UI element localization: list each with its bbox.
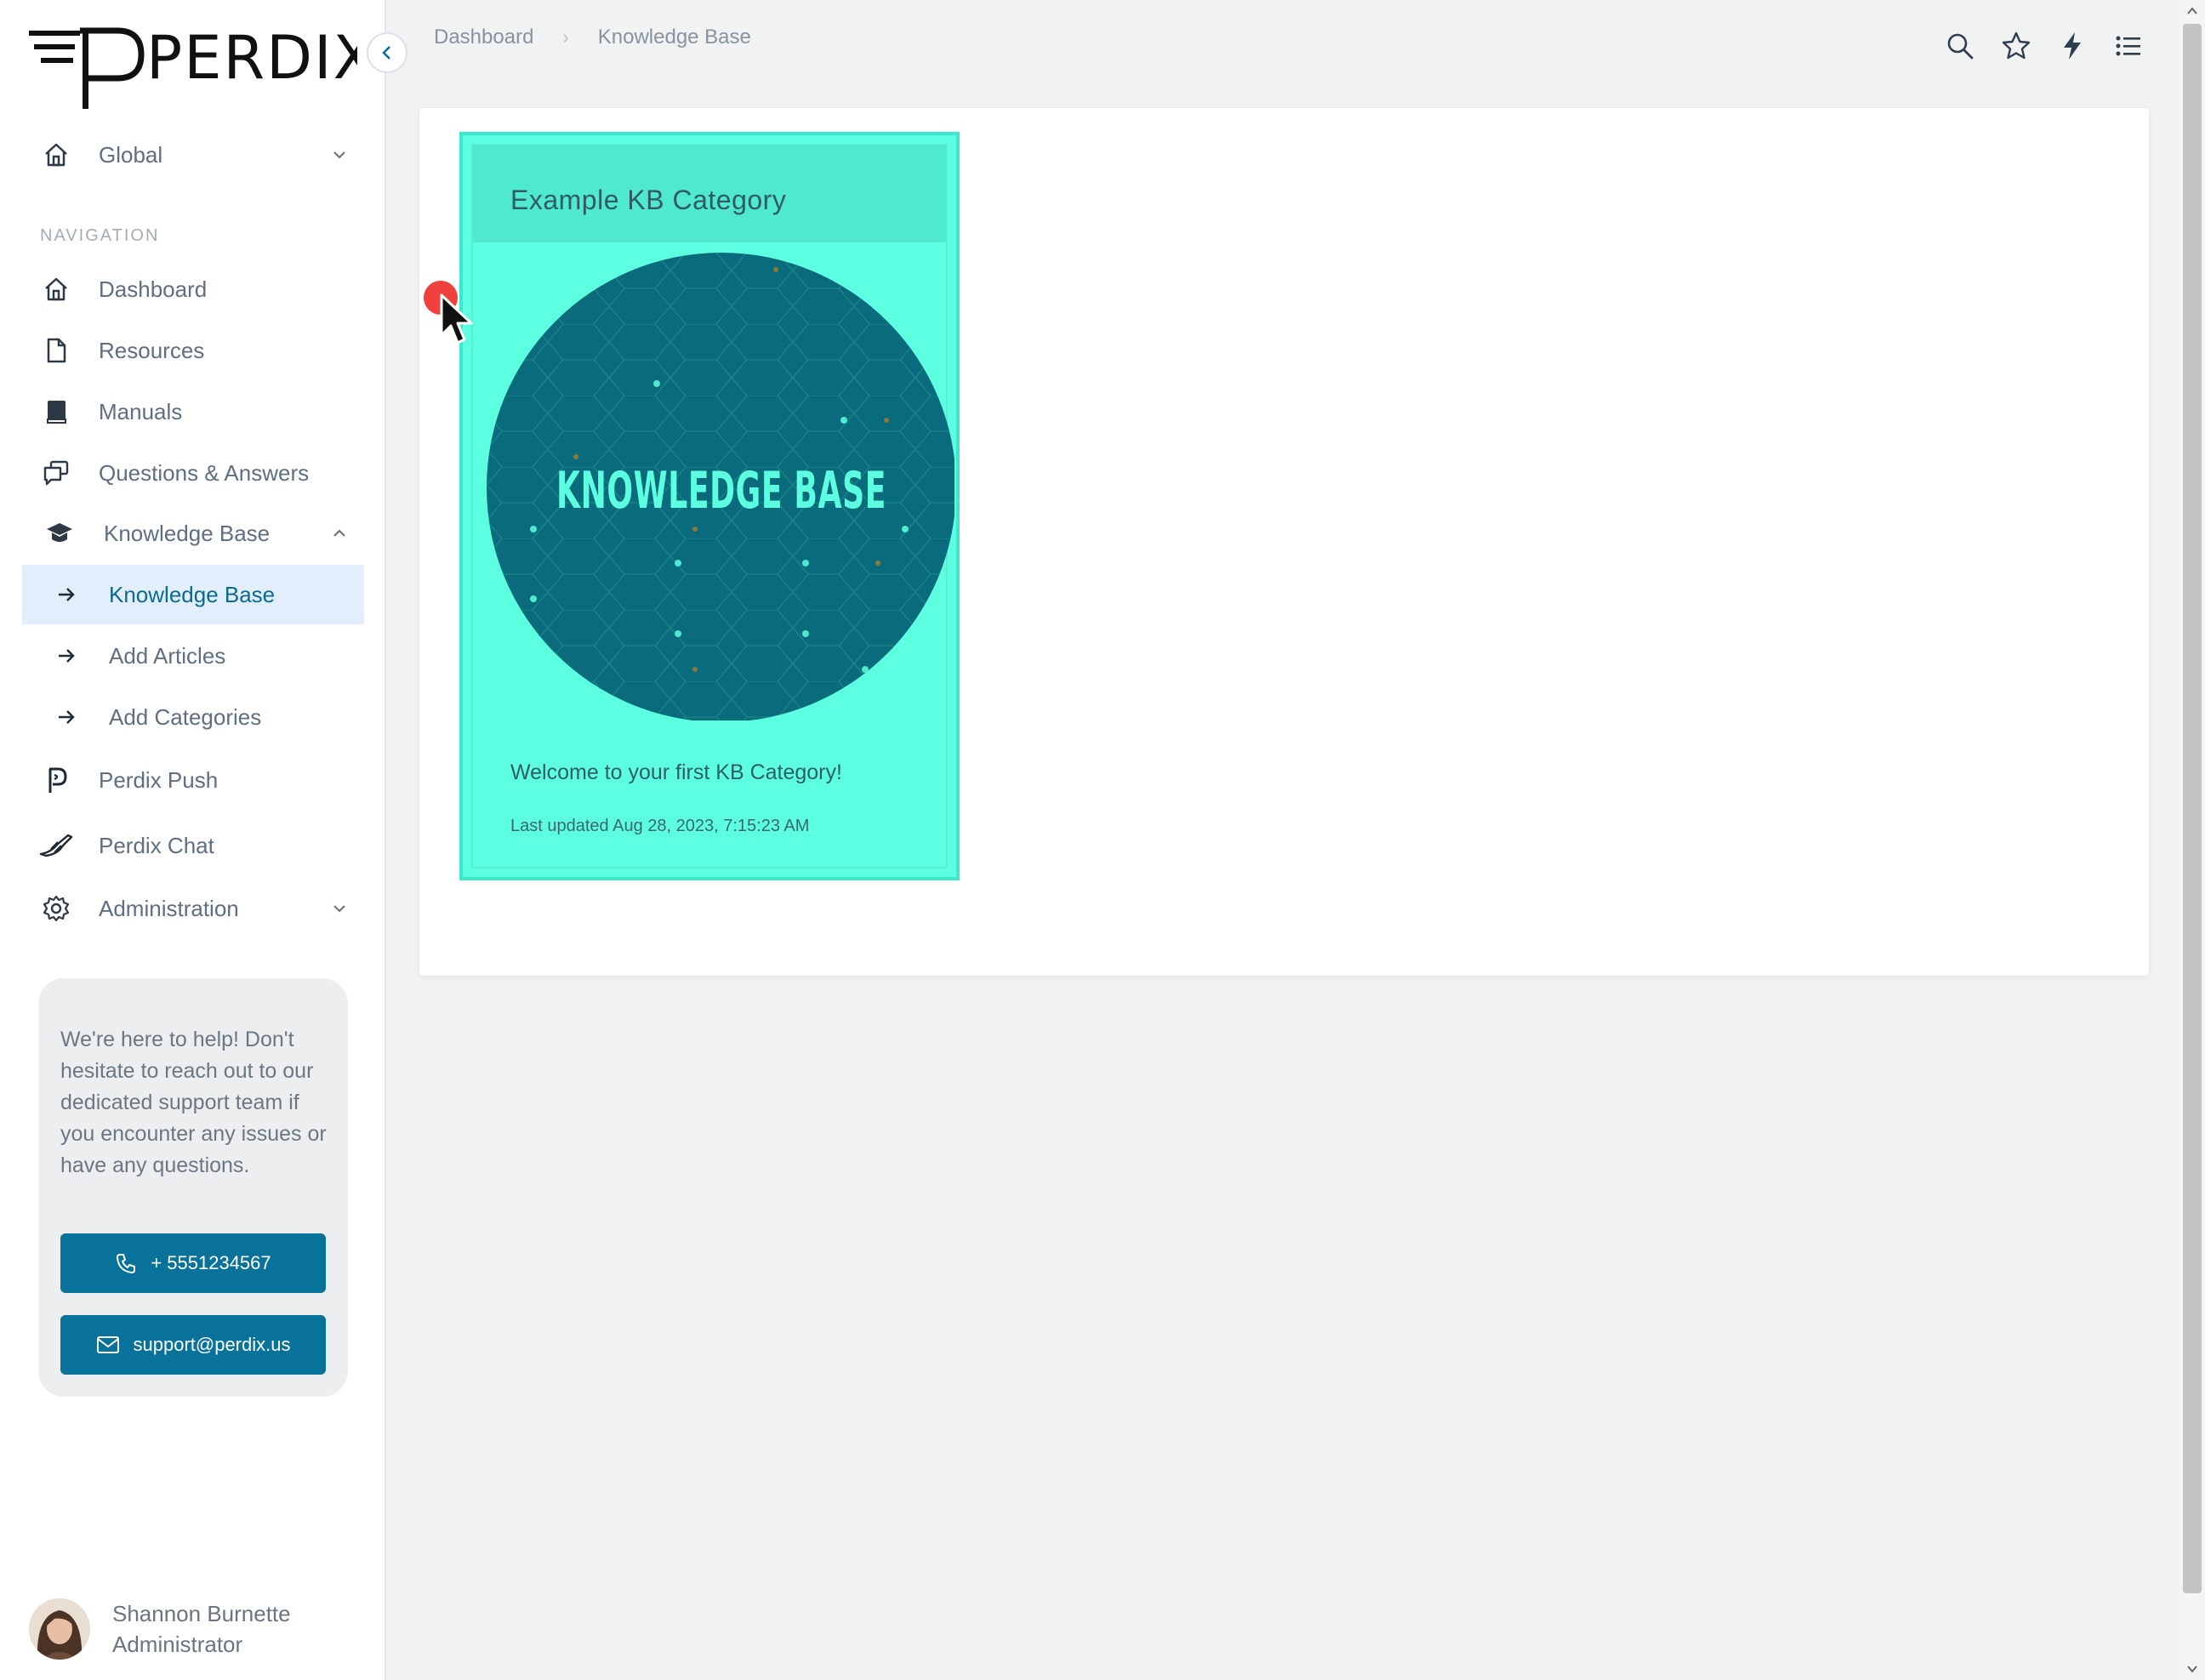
sidebar-item-perdix-push[interactable]: Perdix Push <box>22 750 364 810</box>
kb-category-card[interactable]: Example KB Category KNOWLEDGE BASE Welco… <box>459 132 960 880</box>
sidebar-subitem-label: Add Articles <box>109 642 226 669</box>
chevron-down-icon <box>333 151 345 159</box>
global-label: Global <box>99 141 163 168</box>
sidebar-item-label: Manuals <box>99 398 183 424</box>
chevron-up-icon <box>333 529 345 537</box>
perdix-push-icon <box>39 763 73 797</box>
sidebar-item-manuals[interactable]: Manuals <box>22 382 364 441</box>
kb-card-inner: Example KB Category KNOWLEDGE BASE Welco… <box>471 144 954 868</box>
phone-icon <box>117 1254 136 1273</box>
scroll-thumb[interactable] <box>2183 24 2202 1593</box>
nav-section-label: NAVIGATION <box>40 226 160 245</box>
sidebar: PERDIX Global NAVIGATION Dashboard Resou… <box>0 0 407 1680</box>
breadcrumb-dashboard[interactable]: Dashboard <box>434 26 533 49</box>
global-selector[interactable]: Global <box>22 125 364 185</box>
kb-card-description: Welcome to your first KB Category! <box>510 760 842 784</box>
sidebar-item-label: Administration <box>99 895 239 921</box>
kb-card-header: Example KB Category <box>473 145 946 242</box>
sidebar-item-questions-answers[interactable]: Questions & Answers <box>22 443 364 503</box>
sidebar-item-administration[interactable]: Administration <box>22 879 364 938</box>
quick-actions-button[interactable] <box>2054 27 2091 65</box>
sidebar-item-label: Resources <box>99 337 205 363</box>
sidebar-item-resources[interactable]: Resources <box>22 321 364 380</box>
menu-list-button[interactable] <box>2110 27 2147 65</box>
top-toolbar <box>1941 27 2166 65</box>
home-icon <box>39 138 73 172</box>
breadcrumb-separator: › <box>562 26 569 48</box>
user-role: Administrator <box>112 1632 243 1657</box>
avatar <box>29 1598 90 1660</box>
search-icon <box>1947 33 1974 60</box>
graduation-cap-icon <box>43 516 77 550</box>
gear-icon <box>39 891 73 925</box>
perdix-logo[interactable]: PERDIX <box>29 22 374 112</box>
support-email: support@perdix.us <box>133 1334 291 1355</box>
mail-icon <box>96 1336 119 1353</box>
sidebar-subitem-label: Add Categories <box>109 703 262 730</box>
email-support-button[interactable]: support@perdix.us <box>60 1315 326 1375</box>
sidebar-item-label: Questions & Answers <box>99 459 310 486</box>
sidebar-item-label: Knowledge Base <box>104 520 271 546</box>
breadcrumb-knowledge-base: Knowledge Base <box>597 26 751 48</box>
sidebar-subitem-label: Knowledge Base <box>109 581 276 607</box>
phone-number: + 5551234567 <box>151 1252 271 1273</box>
kb-category-image: KNOWLEDGE BASE <box>487 253 954 720</box>
sidebar-item-label: Perdix Chat <box>99 832 214 858</box>
sidebar-item-label: Perdix Push <box>99 766 219 793</box>
collapse-sidebar-button[interactable] <box>367 32 407 73</box>
sidebar-item-perdix-chat[interactable]: Perdix Chat <box>22 816 364 875</box>
support-message: We're here to help! Don't hesitate to re… <box>60 1028 327 1177</box>
list-icon <box>2116 36 2140 56</box>
sidebar-item-dashboard[interactable]: Dashboard <box>22 259 364 319</box>
home-icon <box>39 272 73 306</box>
chevron-left-icon <box>382 46 390 60</box>
chevron-down-icon <box>333 905 345 913</box>
kb-image-text: KNOWLEDGE BASE <box>556 461 886 521</box>
mouse-pointer-icon <box>440 293 473 345</box>
scroll-down-icon[interactable] <box>2186 1663 2198 1675</box>
sidebar-subitem-add-articles[interactable]: Add Articles <box>22 626 364 686</box>
support-panel: We're here to help! Don't hesitate to re… <box>38 978 348 1397</box>
file-icon <box>39 333 73 367</box>
sidebar-item-knowledge-base[interactable]: Knowledge Base <box>22 504 364 563</box>
arrow-right-icon <box>59 710 75 724</box>
scroll-up-icon[interactable] <box>2186 5 2198 17</box>
page-scrollbar[interactable] <box>2179 0 2205 1680</box>
sidebar-subitem-add-categories[interactable]: Add Categories <box>22 687 364 747</box>
sidebar-item-label: Dashboard <box>99 276 208 302</box>
search-button[interactable] <box>1941 27 1979 65</box>
lightning-icon <box>2064 32 2081 60</box>
perdix-chat-icon <box>39 829 73 863</box>
user-name: Shannon Burnette <box>112 1601 291 1626</box>
arrow-right-icon <box>59 649 75 663</box>
logo-text: PERDIX <box>146 23 357 93</box>
book-icon <box>39 395 73 429</box>
phone-support-button[interactable]: + 5551234567 <box>60 1233 326 1293</box>
kb-card-title: Example KB Category <box>510 185 787 215</box>
chat-icon <box>39 456 73 490</box>
arrow-right-icon <box>59 588 75 601</box>
favorites-button[interactable] <box>1997 27 2035 65</box>
kb-card-updated: Last updated Aug 28, 2023, 7:15:23 AM <box>510 817 810 835</box>
sidebar-subitem-knowledge-base[interactable]: Knowledge Base <box>22 565 364 624</box>
breadcrumb: Dashboard › Knowledge Base <box>434 26 751 49</box>
user-profile[interactable]: Shannon Burnette Administrator <box>29 1597 352 1661</box>
star-icon <box>2002 31 2031 60</box>
